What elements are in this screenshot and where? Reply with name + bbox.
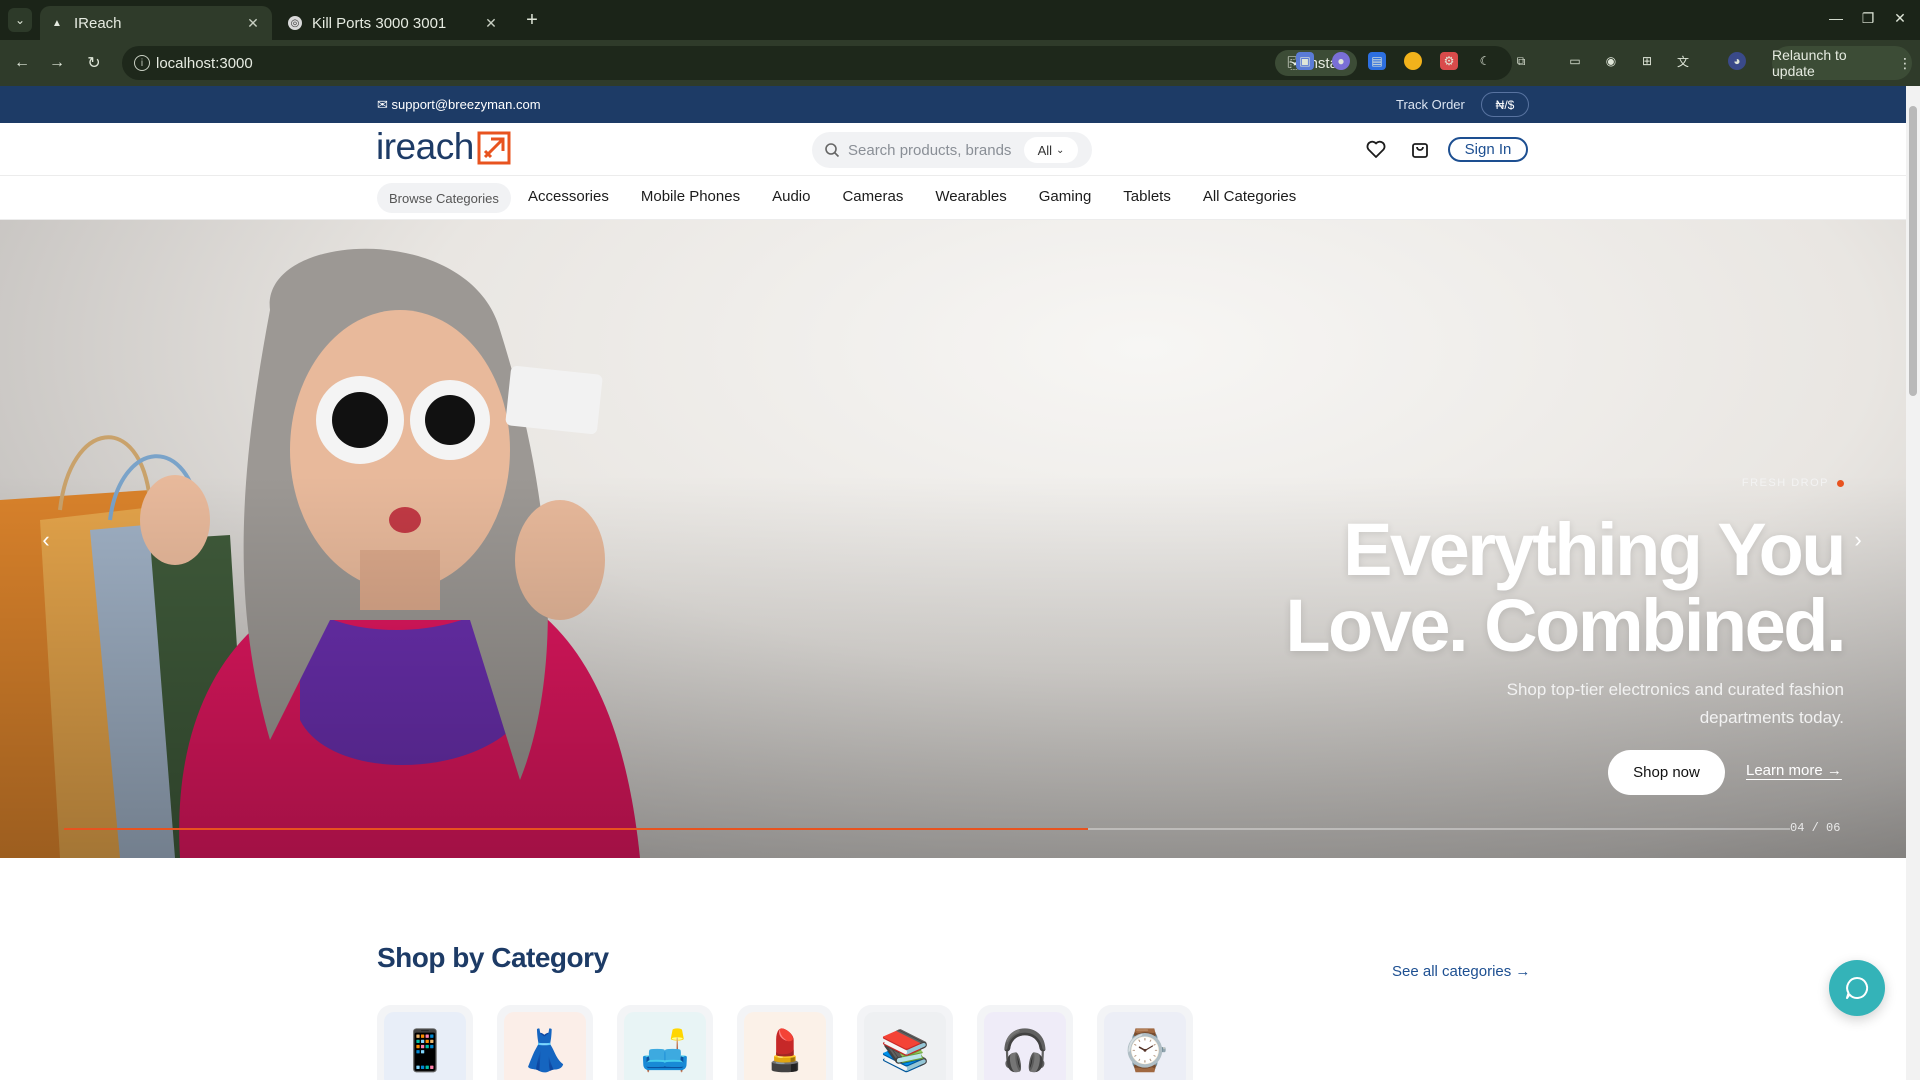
category-tile[interactable]: 📚 bbox=[857, 1005, 953, 1080]
extension-yellow-circle-icon[interactable] bbox=[1404, 52, 1422, 70]
nav-link-accessories[interactable]: Accessories bbox=[528, 188, 609, 205]
translate-icon[interactable]: 文 bbox=[1674, 52, 1692, 70]
browse-categories-button[interactable]: Browse Categories bbox=[377, 183, 511, 213]
slide-progress-track bbox=[64, 828, 1790, 830]
browser-tab-ireach[interactable]: ▲ IReach ✕ bbox=[40, 6, 272, 40]
search-bar: All ⌄ bbox=[812, 132, 1092, 168]
tab-title: Kill Ports 3000 3001 bbox=[312, 14, 447, 32]
kebab-menu-icon: ⋮ bbox=[1898, 54, 1912, 71]
sign-in-button[interactable]: Sign In bbox=[1448, 137, 1528, 162]
reload-icon[interactable]: ↻ bbox=[82, 51, 106, 75]
extensions-puzzle-icon[interactable]: ⧉ bbox=[1512, 52, 1530, 70]
nav-link-audio[interactable]: Audio bbox=[772, 188, 810, 205]
shop-by-category-heading: Shop by Category bbox=[377, 942, 609, 973]
nav-link-gaming[interactable]: Gaming bbox=[1039, 188, 1092, 205]
hero-carousel: FRESH DROP Everything You Love. Combined… bbox=[0, 220, 1906, 858]
nav-link-all-categories[interactable]: All Categories bbox=[1203, 188, 1296, 205]
search-icon bbox=[825, 143, 840, 158]
mobile-phone-icon: 📱 bbox=[384, 1012, 466, 1080]
category-nav: Browse Categories Accessories Mobile Pho… bbox=[0, 176, 1906, 220]
restore-window-icon[interactable]: ❐ bbox=[1858, 10, 1878, 27]
chatgpt-favicon-icon: ◎ bbox=[288, 16, 302, 30]
close-tab-icon[interactable]: ✕ bbox=[482, 15, 500, 32]
hero-eyebrow: FRESH DROP bbox=[1742, 477, 1844, 489]
screen-capture-icon[interactable]: ◉ bbox=[1602, 52, 1620, 70]
extension-docs-icon[interactable]: ▤ bbox=[1368, 52, 1386, 70]
learn-more-link[interactable]: Learn more → bbox=[1746, 762, 1842, 779]
browser-toolbar: ← → ↻ i localhost:3000 ⎘ Install ☆ ▣ ● ▤… bbox=[0, 40, 1920, 86]
apps-grid-icon[interactable]: ⊞ bbox=[1638, 52, 1656, 70]
ireach-favicon-icon: ▲ bbox=[52, 17, 62, 29]
back-arrow-icon[interactable]: ← bbox=[10, 51, 34, 75]
nav-link-tablets[interactable]: Tablets bbox=[1123, 188, 1171, 205]
chat-bubble-icon bbox=[1846, 976, 1869, 999]
ireach-logo[interactable]: ireach bbox=[376, 127, 511, 167]
tab-title: IReach bbox=[74, 14, 122, 32]
new-tab-plus-icon[interactable]: + bbox=[520, 8, 544, 32]
profile-avatar-icon[interactable]: ◕ bbox=[1728, 52, 1746, 70]
logo-arrow-mark-icon bbox=[477, 131, 511, 165]
hero-headline: Everything You Love. Combined. bbox=[1204, 508, 1846, 667]
close-window-icon[interactable]: ✕ bbox=[1890, 10, 1910, 27]
chevron-down-icon: ⌄ bbox=[1056, 144, 1065, 156]
see-all-categories-link[interactable]: See all categories → bbox=[1392, 963, 1530, 980]
nav-link-wearables[interactable]: Wearables bbox=[935, 188, 1006, 205]
relaunch-label: Relaunch to update bbox=[1772, 47, 1847, 79]
lipstick-icon: 💄 bbox=[744, 1012, 826, 1080]
extension-moon-icon[interactable]: ☾ bbox=[1476, 52, 1494, 70]
category-tile[interactable]: 👗 bbox=[497, 1005, 593, 1080]
category-tile[interactable]: 🛋️ bbox=[617, 1005, 713, 1080]
extension-screenshot-icon[interactable]: ▣ bbox=[1296, 52, 1314, 70]
tab-search-chevron-icon[interactable]: ⌄ bbox=[8, 8, 32, 32]
hero-headline-line-1: Everything You bbox=[1343, 508, 1846, 591]
search-category-select[interactable]: All ⌄ bbox=[1024, 137, 1078, 163]
search-filter-label: All bbox=[1037, 142, 1053, 158]
wishlist-heart-icon[interactable] bbox=[1365, 138, 1387, 160]
nav-link-mobile-phones[interactable]: Mobile Phones bbox=[641, 188, 740, 205]
sofa-lamp-icon: 🛋️ bbox=[624, 1012, 706, 1080]
browser-tab-kill-ports[interactable]: ◎ Kill Ports 3000 3001 ✕ bbox=[278, 6, 510, 40]
logo-wordmark: ireach bbox=[376, 126, 474, 167]
category-tile[interactable]: 🎧 bbox=[977, 1005, 1073, 1080]
site-info-icon[interactable]: i bbox=[134, 55, 150, 71]
search-input[interactable] bbox=[848, 137, 1016, 163]
extension-red-app-icon[interactable]: ⚙ bbox=[1440, 52, 1458, 70]
reading-mode-icon[interactable]: ▭ bbox=[1566, 52, 1584, 70]
category-links: Accessories Mobile Phones Audio Cameras … bbox=[528, 188, 1296, 205]
hero-headline-line-2: Love. Combined. bbox=[1285, 584, 1846, 667]
category-tiles: 📱 👗 🛋️ 💄 📚 🎧 ⌚ bbox=[377, 1005, 1193, 1080]
hero-eyebrow-text: FRESH DROP bbox=[1741, 477, 1829, 489]
extension-cloud-icon[interactable]: ● bbox=[1332, 52, 1350, 70]
slide-progress-fill bbox=[64, 828, 1088, 830]
promo-top-bar: ✉ support@breezyman.com Track Order ₦/$ bbox=[0, 86, 1906, 123]
books-icon: 📚 bbox=[864, 1012, 946, 1080]
chat-support-button[interactable] bbox=[1829, 960, 1885, 1016]
category-tile[interactable]: 📱 bbox=[377, 1005, 473, 1080]
hero-eyebrow-dot bbox=[1837, 479, 1844, 487]
close-tab-icon[interactable]: ✕ bbox=[244, 15, 262, 32]
hero-subheading: Shop top-tier electronics and curated fa… bbox=[1506, 680, 1844, 727]
carousel-prev-chevron-icon[interactable]: ‹ bbox=[34, 520, 58, 560]
currency-toggle[interactable]: ₦/$ bbox=[1481, 92, 1529, 117]
browser-tab-strip: ⌄ ▲ IReach ✕ ◎ Kill Ports 3000 3001 ✕ + … bbox=[0, 0, 1920, 40]
shop-now-button[interactable]: Shop now bbox=[1608, 750, 1725, 795]
carousel-next-chevron-icon[interactable]: › bbox=[1846, 520, 1870, 560]
cart-bag-icon[interactable] bbox=[1409, 138, 1431, 160]
relaunch-to-update-button[interactable]: Relaunch to update ⋮ bbox=[1772, 46, 1912, 80]
dress-icon: 👗 bbox=[504, 1012, 586, 1080]
track-order-link[interactable]: Track Order bbox=[1396, 97, 1465, 112]
category-tile[interactable]: ⌚ bbox=[1097, 1005, 1193, 1080]
category-tile[interactable]: 💄 bbox=[737, 1005, 833, 1080]
support-email[interactable]: ✉ support@breezyman.com bbox=[377, 97, 541, 113]
site-header: ireach All ⌄ Sign In bbox=[0, 123, 1906, 176]
address-url[interactable]: localhost:3000 bbox=[156, 55, 253, 72]
watch-icon: ⌚ bbox=[1104, 1012, 1186, 1080]
forward-arrow-icon[interactable]: → bbox=[45, 51, 69, 75]
page-scrollbar[interactable] bbox=[1906, 86, 1920, 1080]
minimize-window-icon[interactable]: — bbox=[1826, 10, 1846, 26]
nav-link-cameras[interactable]: Cameras bbox=[842, 188, 903, 205]
scrollbar-thumb[interactable] bbox=[1909, 106, 1917, 396]
slide-counter: 04 / 06 bbox=[1790, 821, 1841, 835]
headphones-icon: 🎧 bbox=[984, 1012, 1066, 1080]
